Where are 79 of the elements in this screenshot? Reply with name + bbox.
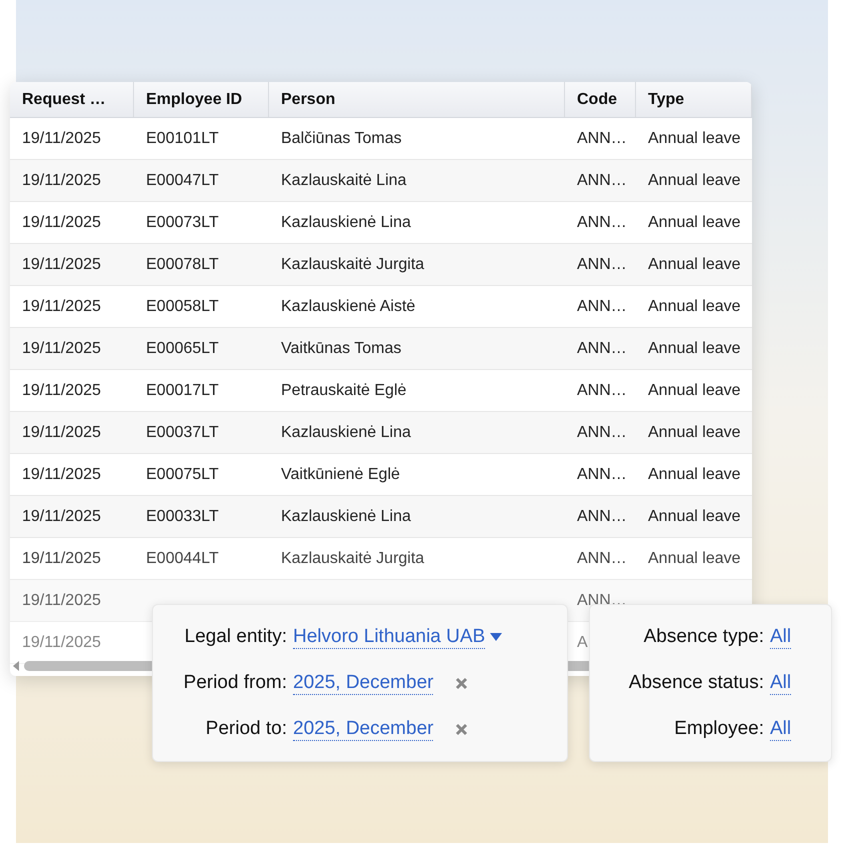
filter-value-link[interactable]: 2025, December — [293, 672, 434, 694]
person-cell-text: Kazlauskaitė Jurgita — [281, 548, 424, 568]
date-cell-text: 19/11/2025 — [22, 590, 101, 610]
code-cell-text: ANN… — [577, 380, 627, 400]
person-cell-text: Petrauskaitė Eglė — [281, 380, 406, 400]
type-cell-text: Annual leave — [648, 338, 741, 358]
date-cell-text: 19/11/2025 — [22, 380, 101, 400]
person-cell-text: Balčiūnas Tomas — [281, 128, 402, 148]
filter-label: Employee: — [673, 716, 765, 741]
type-cell-text: Annual leave — [648, 296, 741, 316]
employee-id-cell-text: E00075LT — [146, 464, 219, 484]
filter-label: Absence type: — [642, 624, 765, 649]
person-cell-text: Kazlauskaitė Lina — [281, 170, 406, 190]
employee-id-cell-text: E00078LT — [146, 254, 219, 274]
employee-id-cell-text: E00073LT — [146, 212, 219, 232]
type-cell-text: Annual leave — [648, 254, 741, 274]
date-cell-text: 19/11/2025 — [22, 338, 101, 358]
type-cell-text: Annual leave — [648, 212, 741, 232]
person-cell-text: Kazlauskienė Lina — [281, 212, 411, 232]
column-header[interactable]: Person — [269, 82, 565, 117]
employee-id-cell-text: E00017LT — [146, 380, 219, 400]
date-cell-text: 19/11/2025 — [22, 506, 101, 526]
column-header[interactable]: Request … — [10, 82, 134, 117]
filter-label: Period to: — [204, 716, 288, 741]
clear-icon[interactable] — [455, 722, 468, 736]
code-cell-text: ANN… — [577, 338, 627, 358]
code-cell-text: ANN… — [577, 422, 627, 442]
code-cell-text: ANN… — [577, 296, 627, 316]
date-cell-text: 19/11/2025 — [22, 254, 101, 274]
date-cell-text: 19/11/2025 — [22, 548, 101, 568]
employee-id-cell-text: E00058LT — [146, 296, 219, 316]
person-cell-text: Kazlauskienė Lina — [281, 506, 411, 526]
date-cell-text: 19/11/2025 — [22, 296, 101, 316]
code-cell-text: ANN… — [577, 128, 627, 148]
filter-value-link[interactable]: All — [770, 672, 792, 694]
filter-value-link[interactable]: All — [770, 718, 792, 740]
type-cell-text: Annual leave — [648, 464, 741, 484]
type-cell-text: Annual leave — [648, 128, 741, 148]
clear-icon[interactable] — [455, 676, 468, 690]
filter-label: Legal entity: — [184, 624, 288, 649]
employee-id-cell-text: E00044LT — [146, 548, 219, 568]
code-cell-text: ANN… — [577, 548, 627, 568]
filter-label: Absence status: — [628, 670, 765, 695]
employee-id-cell-text: E00101LT — [146, 128, 219, 148]
date-cell-text: 19/11/2025 — [22, 464, 101, 484]
scroll-left-icon[interactable] — [12, 661, 20, 671]
person-cell-text: Vaitkūnas Tomas — [281, 338, 402, 358]
code-cell-text: ANN… — [577, 254, 627, 274]
person-cell-text: Kazlauskienė Aistė — [281, 296, 416, 316]
code-cell-text: ANN… — [577, 170, 627, 190]
type-cell-text: Annual leave — [648, 170, 741, 190]
employee-id-cell-text: E00033LT — [146, 506, 219, 526]
date-cell-text: 19/11/2025 — [22, 170, 101, 190]
type-cell-text: Annual leave — [648, 506, 741, 526]
type-cell-text: Annual leave — [648, 380, 741, 400]
column-header[interactable]: Type — [636, 82, 752, 117]
code-cell-text: ANN… — [577, 464, 627, 484]
code-cell-text: ANN… — [577, 506, 627, 526]
type-cell-text: Annual leave — [648, 422, 741, 442]
column-header[interactable]: Employee ID — [134, 82, 269, 117]
code-cell-text: ANN… — [577, 212, 627, 232]
type-cell-text: Annual leave — [648, 548, 741, 568]
filter-value-link[interactable]: 2025, December — [293, 718, 434, 740]
date-cell-text: 19/11/2025 — [22, 212, 101, 232]
person-cell-text: Kazlauskaitė Jurgita — [281, 254, 424, 274]
date-cell-text: 19/11/2025 — [22, 632, 101, 652]
person-cell-text: Kazlauskienė Lina — [281, 422, 411, 442]
dropdown-caret-icon[interactable] — [490, 632, 502, 642]
filter-label: Period from: — [182, 670, 288, 695]
date-cell-text: 19/11/2025 — [22, 422, 101, 442]
employee-id-cell-text: E00047LT — [146, 170, 219, 190]
employee-id-cell-text: E00037LT — [146, 422, 219, 442]
filter-value-link[interactable]: All — [770, 626, 792, 648]
date-cell-text: 19/11/2025 — [22, 128, 101, 148]
person-cell-text: Vaitkūnienė Eglė — [281, 464, 400, 484]
employee-id-cell-text: E00065LT — [146, 338, 219, 358]
filter-value-link[interactable]: Helvoro Lithuania UAB — [293, 626, 486, 648]
code-cell-text: A — [577, 632, 588, 652]
column-header[interactable]: Code — [565, 82, 636, 117]
